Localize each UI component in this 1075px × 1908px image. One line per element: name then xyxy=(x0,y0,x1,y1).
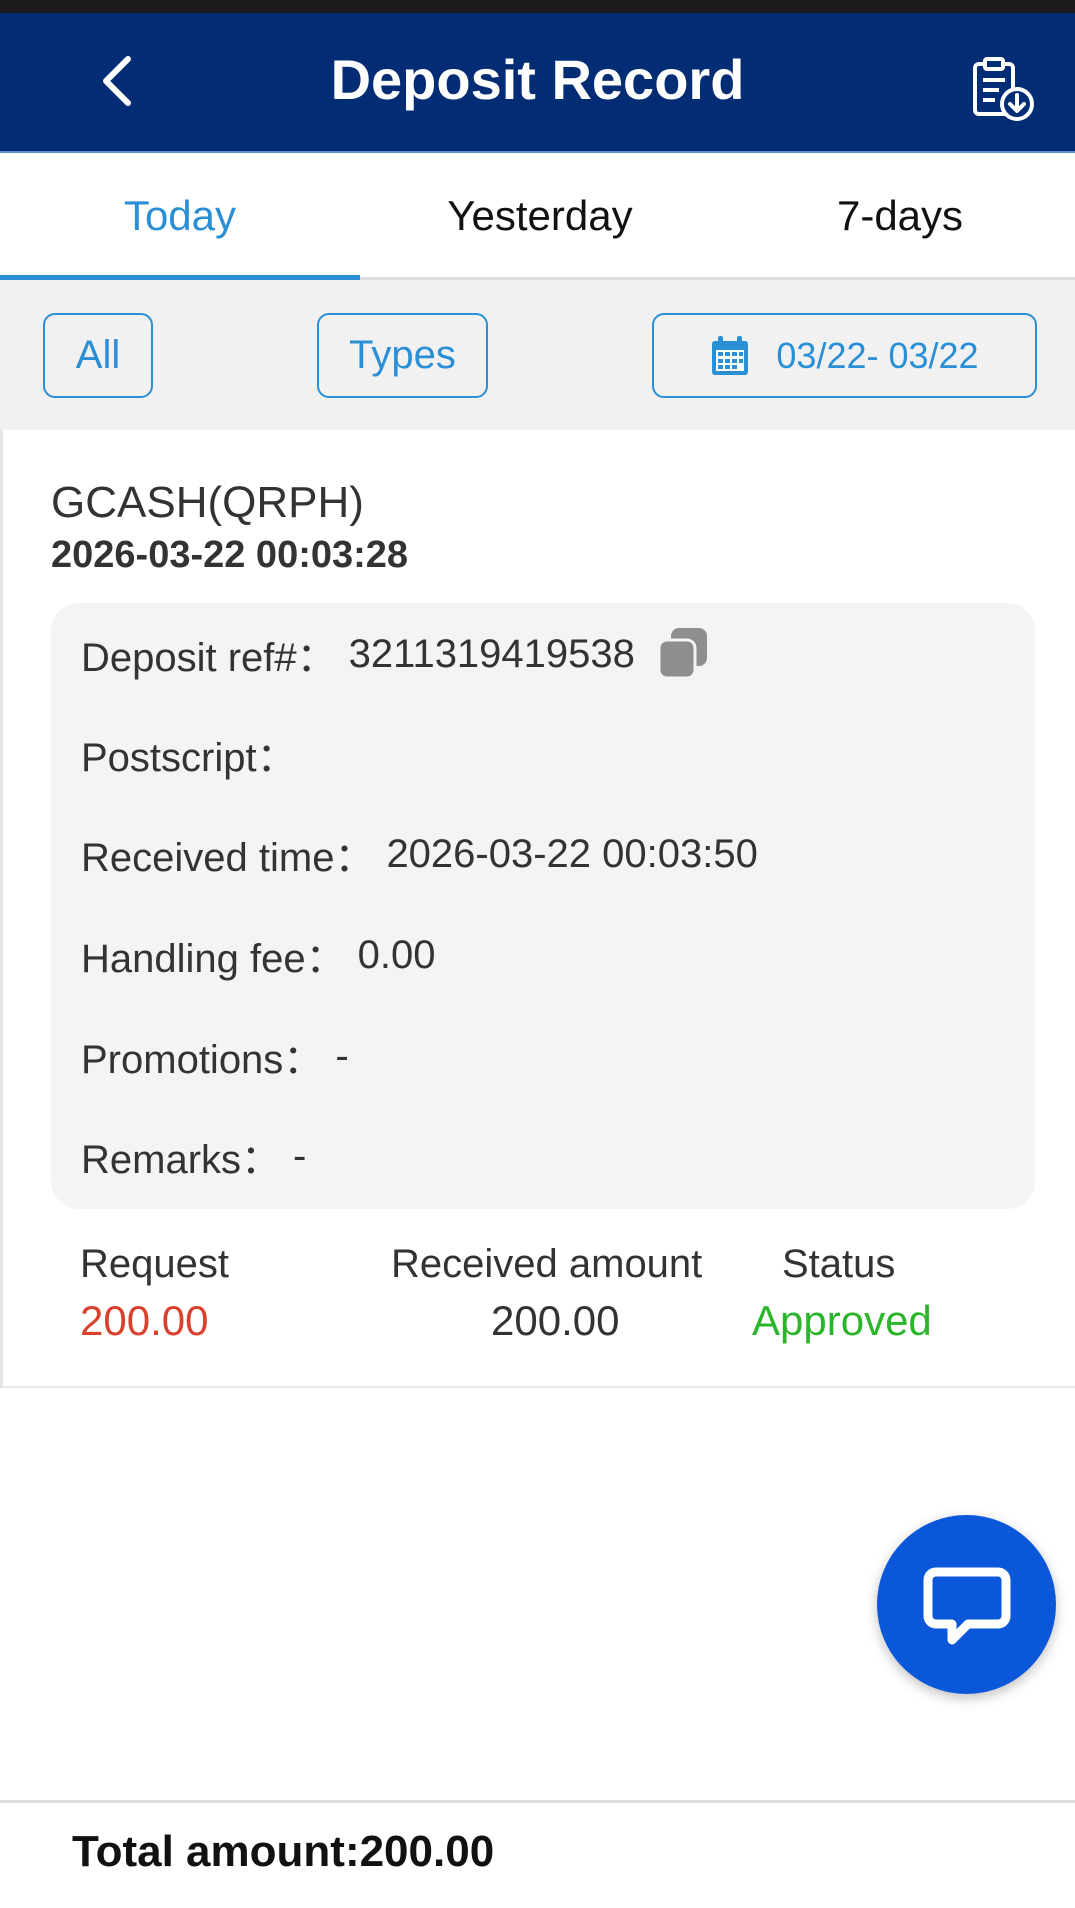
clipboard-download-icon xyxy=(973,57,1034,121)
record-created-time: 2026-03-22 00:03:28 xyxy=(51,534,409,576)
deposit-ref-row: Deposit ref#： 3211319419538 xyxy=(81,625,711,683)
export-records-button[interactable] xyxy=(966,49,1038,129)
handling-fee-row: Handling fee： 0.00 xyxy=(81,926,435,984)
handling-fee-value: 0.00 xyxy=(357,932,436,977)
request-label: Request xyxy=(80,1242,229,1286)
record-details: Deposit ref#： 3211319419538 Postscript： … xyxy=(51,603,1035,1209)
promotions-row: Promotions： - xyxy=(81,1027,349,1085)
total-footer: Total amount:200.00 xyxy=(0,1800,1075,1908)
filter-bar: All Types 03/22- 03/22 xyxy=(0,280,1075,430)
chat-bubble-icon xyxy=(923,1567,1010,1644)
payment-method: GCASH(QRPH) xyxy=(51,478,364,527)
handling-fee-label: Handling fee： xyxy=(81,937,346,981)
total-amount: Total amount:200.00 xyxy=(72,1827,495,1876)
tab-7-days[interactable]: 7-days xyxy=(720,155,1075,277)
received-amount-label: Received amount xyxy=(391,1242,703,1286)
deposit-ref-label: Deposit ref#： xyxy=(81,636,337,680)
status-label: Status xyxy=(782,1242,896,1286)
app-header: Deposit Record xyxy=(0,13,1075,153)
status-bar xyxy=(0,0,1075,13)
page-title: Deposit Record xyxy=(330,48,745,111)
received-time-value: 2026-03-22 00:03:50 xyxy=(386,831,758,876)
date-tabs: Today Yesterday 7-days xyxy=(0,155,1075,280)
deposit-ref-value: 3211319419538 xyxy=(348,631,635,676)
received-time-label: Received time： xyxy=(81,836,375,880)
filter-all-button[interactable]: All xyxy=(43,313,153,398)
remarks-label: Remarks： xyxy=(81,1138,282,1182)
received-time-row: Received time： 2026-03-22 00:03:50 xyxy=(81,825,758,883)
live-chat-button[interactable] xyxy=(877,1515,1056,1694)
promotions-label: Promotions： xyxy=(81,1038,324,1082)
deposit-record-card: GCASH(QRPH) 2026-03-22 00:03:28 Deposit … xyxy=(0,430,1075,1388)
status-badge: Approved xyxy=(752,1297,932,1344)
calendar-icon xyxy=(710,335,750,377)
date-range-label: 03/22- 03/22 xyxy=(776,334,979,376)
received-amount-value: 200.00 xyxy=(491,1297,620,1344)
remarks-row: Remarks： - xyxy=(81,1127,306,1185)
request-value: 200.00 xyxy=(80,1297,209,1344)
remarks-value: - xyxy=(293,1133,307,1178)
filter-types-button[interactable]: Types xyxy=(317,313,488,398)
tab-today[interactable]: Today xyxy=(0,155,360,280)
postscript-row: Postscript： xyxy=(81,725,309,783)
postscript-label: Postscript： xyxy=(81,736,297,780)
tab-yesterday[interactable]: Yesterday xyxy=(360,155,720,277)
date-range-button[interactable]: 03/22- 03/22 xyxy=(652,313,1037,398)
promotions-value: - xyxy=(335,1033,349,1078)
copy-icon[interactable] xyxy=(655,626,711,682)
